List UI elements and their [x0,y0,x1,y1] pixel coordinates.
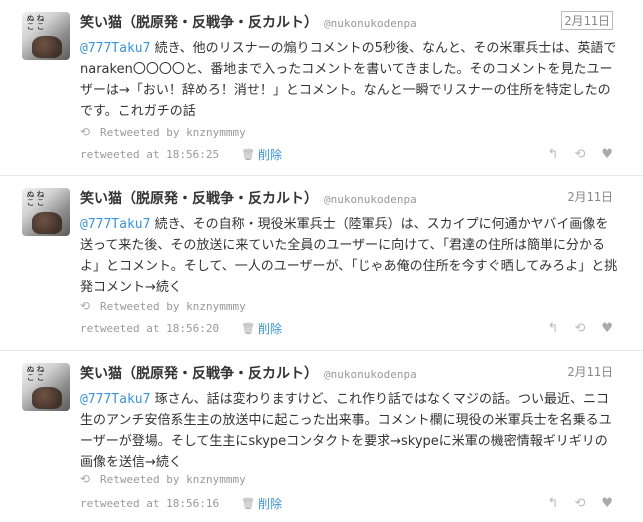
delete-label: 削除 [258,321,283,336]
tweet-footer: retweeted at 18:56:20 🗑 削除 [80,320,282,336]
avatar[interactable]: ねこぬこ [22,363,70,411]
heart-icon[interactable]: ♥ [601,321,613,336]
reply-icon[interactable]: ↰ [548,147,559,162]
mention-link[interactable]: @777Taku7 [80,217,150,232]
user-name[interactable]: 笑い猫（脱原発・反戦争・反カルト） [80,191,318,207]
delete-button[interactable]: 🗑 削除 [241,320,282,337]
retweeted-by: ⟲ Retweeted by knznymmmy [80,471,246,487]
avatar[interactable]: ねこぬこ [22,188,70,236]
tweet-date[interactable]: 2月11日 [561,11,613,30]
avatar-text: ねこぬこ [26,190,45,206]
mention-link[interactable]: @777Taku7 [80,41,150,56]
trash-icon: 🗑 [241,147,256,161]
tweet-actions: ↰ ⟲ ♥ [548,320,613,336]
timeline: ねこぬこ 笑い猫（脱原発・反戦争・反カルト） @nukonukodenpa 2月1… [0,0,643,522]
avatar[interactable]: ねこぬこ [22,12,70,60]
tweet-actions: ↰ ⟲ ♥ [548,146,613,162]
retweeted-at: retweeted at 18:56:25 [80,147,220,161]
avatar-text: ねこぬこ [26,365,45,381]
tweet-actions: ↰ ⟲ ♥ [548,495,613,511]
retweet-icon: ⟲ [80,472,91,486]
reply-icon[interactable]: ↰ [548,496,559,511]
tweet-text: @777Taku7 続き、その自称・現役米軍兵士（陸軍兵）は、スカイプに何通かヤ… [80,214,620,298]
tweet-date[interactable]: 2月11日 [567,363,613,380]
retweet-action-icon[interactable]: ⟲ [574,147,585,162]
retweet-icon: ⟲ [80,125,91,139]
tweet-body: 続き、その自称・現役米軍兵士（陸軍兵）は、スカイプに何通かヤバイ画像を送って来た… [80,217,618,295]
retweeted-by-label: Retweeted by knznymmmy [100,299,246,313]
retweet-icon: ⟲ [80,299,91,313]
tweet-text: @777Taku7 琢さん、話は変わりますけど、これ作り話ではなくマジの話。つい… [80,389,620,473]
delete-label: 削除 [258,496,283,511]
tweet-footer: retweeted at 18:56:25 🗑 削除 [80,146,282,162]
tweet-body: 琢さん、話は変わりますけど、これ作り話ではなくマジの話。つい最近、ニコ生のアンチ… [80,392,612,470]
user-handle[interactable]: @nukonukodenpa [324,17,417,30]
retweeted-by: ⟲ Retweeted by knznymmmy [80,124,246,140]
avatar-text: ねこぬこ [26,14,45,30]
tweet[interactable]: ねこぬこ 笑い猫（脱原発・反戦争・反カルト） @nukonukodenpa 2月1… [0,0,643,176]
tweet-date[interactable]: 2月11日 [567,188,613,205]
avatar-cat-image [32,36,62,58]
heart-icon[interactable]: ♥ [601,496,613,511]
mention-link[interactable]: @777Taku7 [80,392,150,407]
user-handle[interactable]: @nukonukodenpa [324,193,417,206]
retweeted-by-label: Retweeted by knznymmmy [100,472,246,486]
delete-button[interactable]: 🗑 削除 [241,146,282,163]
retweeted-by-label: Retweeted by knznymmmy [100,125,246,139]
retweet-action-icon[interactable]: ⟲ [574,321,585,336]
user-name[interactable]: 笑い猫（脱原発・反戦争・反カルト） [80,366,318,382]
retweeted-at: retweeted at 18:56:20 [80,321,220,335]
heart-icon[interactable]: ♥ [601,147,613,162]
avatar-cat-image [32,212,62,234]
tweet-footer: retweeted at 18:56:16 🗑 削除 [80,495,282,511]
delete-label: 削除 [258,147,283,162]
trash-icon: 🗑 [241,496,256,510]
avatar-cat-image [32,387,62,409]
tweet-text: @777Taku7 続き、他のリスナーの煽りコメントの5秒後、なんと、その米軍兵… [80,38,620,122]
trash-icon: 🗑 [241,321,256,335]
tweet[interactable]: ねこぬこ 笑い猫（脱原発・反戦争・反カルト） @nukonukodenpa 2月1… [0,176,643,351]
user-name[interactable]: 笑い猫（脱原発・反戦争・反カルト） [80,15,318,31]
retweeted-at: retweeted at 18:56:16 [80,496,220,510]
retweet-action-icon[interactable]: ⟲ [574,496,585,511]
retweeted-by: ⟲ Retweeted by knznymmmy [80,298,246,314]
tweet[interactable]: ねこぬこ 笑い猫（脱原発・反戦争・反カルト） @nukonukodenpa 2月1… [0,351,643,522]
user-handle[interactable]: @nukonukodenpa [324,368,417,381]
tweet-body: 続き、他のリスナーの煽りコメントの5秒後、なんと、その米軍兵士は、英語でnara… [80,41,617,119]
reply-icon[interactable]: ↰ [548,321,559,336]
tweet-header: 笑い猫（脱原発・反戦争・反カルト） @nukonukodenpa [80,12,417,34]
delete-button[interactable]: 🗑 削除 [241,495,282,512]
tweet-header: 笑い猫（脱原発・反戦争・反カルト） @nukonukodenpa [80,363,417,385]
tweet-header: 笑い猫（脱原発・反戦争・反カルト） @nukonukodenpa [80,188,417,210]
